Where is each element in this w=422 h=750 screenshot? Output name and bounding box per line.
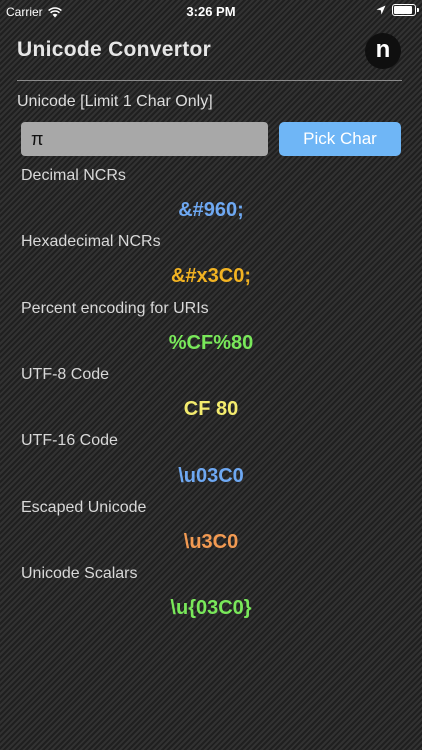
percent-encoding-value: %CF%80 <box>168 332 254 354</box>
status-bar: Carrier 3:26 PM <box>0 0 422 24</box>
input-label: Unicode [Limit 1 Char Only] <box>17 93 213 110</box>
utf16-value: \u03C0 <box>178 465 244 487</box>
status-time: 3:26 PM <box>186 4 236 19</box>
app-logo[interactable]: n <box>365 33 401 69</box>
utf8-value: CF 80 <box>183 398 239 420</box>
header-divider <box>17 80 402 81</box>
unicode-char-input[interactable] <box>21 122 268 156</box>
hex-ncr-value: &#x3C0; <box>170 265 252 287</box>
location-arrow-icon <box>376 5 386 15</box>
decimal-ncr-value: &#960; <box>178 199 244 221</box>
hex-ncr-label: Hexadecimal NCRs <box>21 233 161 250</box>
escaped-unicode-label: Escaped Unicode <box>21 499 147 516</box>
unicode-scalars-label: Unicode Scalars <box>21 565 138 582</box>
unicode-scalars-value: \u{03C0} <box>170 597 252 619</box>
percent-encoding-label: Percent encoding for URIs <box>21 300 209 317</box>
pick-char-button[interactable]: Pick Char <box>279 122 401 156</box>
utf8-label: UTF-8 Code <box>21 366 110 383</box>
utf16-label: UTF-16 Code <box>21 432 118 449</box>
decimal-ncr-label: Decimal NCRs <box>21 167 126 184</box>
status-right <box>376 4 419 16</box>
battery-icon <box>392 4 419 16</box>
escaped-unicode-value: \u3C0 <box>183 531 239 553</box>
app-title: Unicode Convertor <box>17 38 212 61</box>
